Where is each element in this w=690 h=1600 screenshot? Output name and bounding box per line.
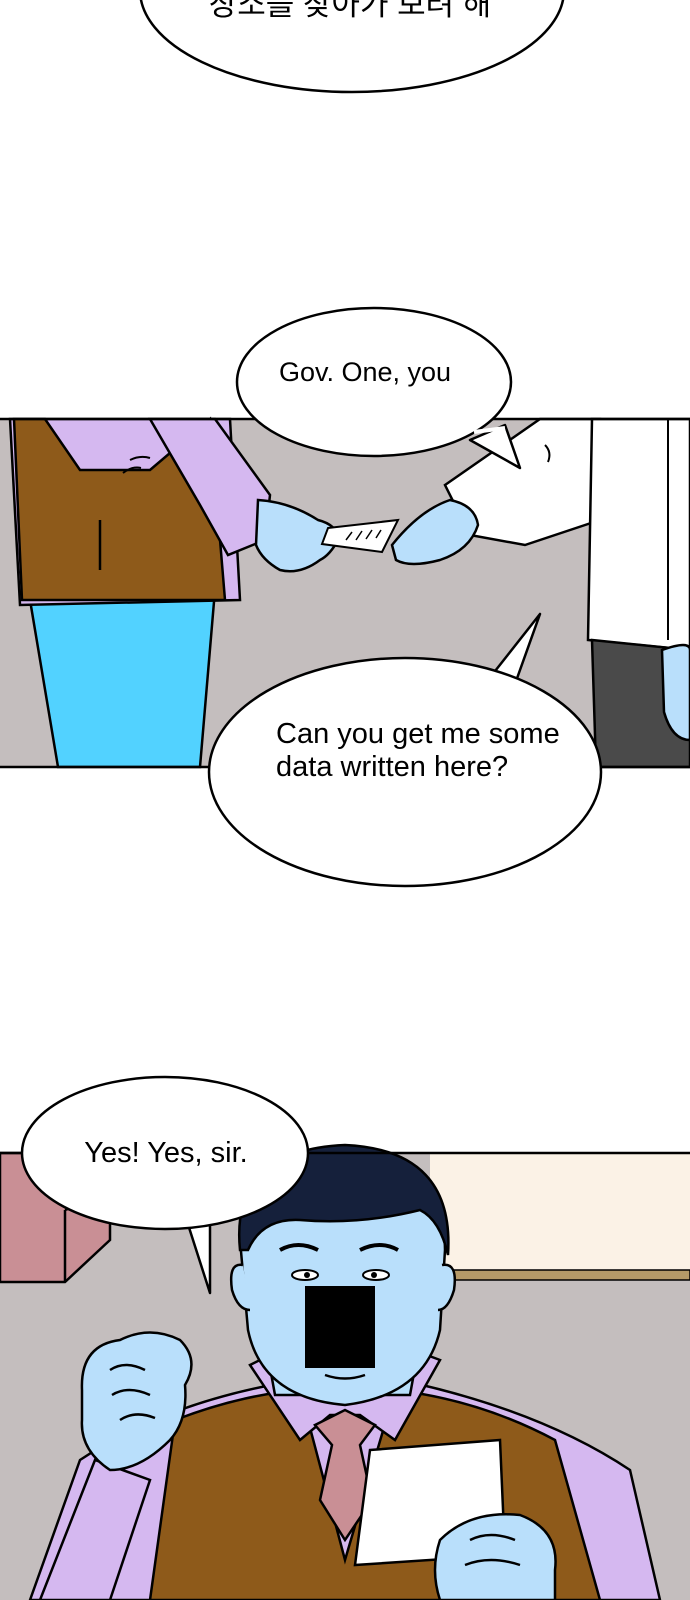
speech-text-gov-one: Gov. One, you xyxy=(278,357,452,387)
speech-text-yes-sir: Yes! Yes, sir. xyxy=(84,1137,248,1169)
comic-artwork xyxy=(0,0,690,1600)
speech-text-top-korean: 장소를 찾아가 보려 해 xyxy=(208,0,492,22)
speech-text-can-you: Can you get me some data written here? xyxy=(276,718,560,783)
censor-block xyxy=(305,1286,375,1368)
